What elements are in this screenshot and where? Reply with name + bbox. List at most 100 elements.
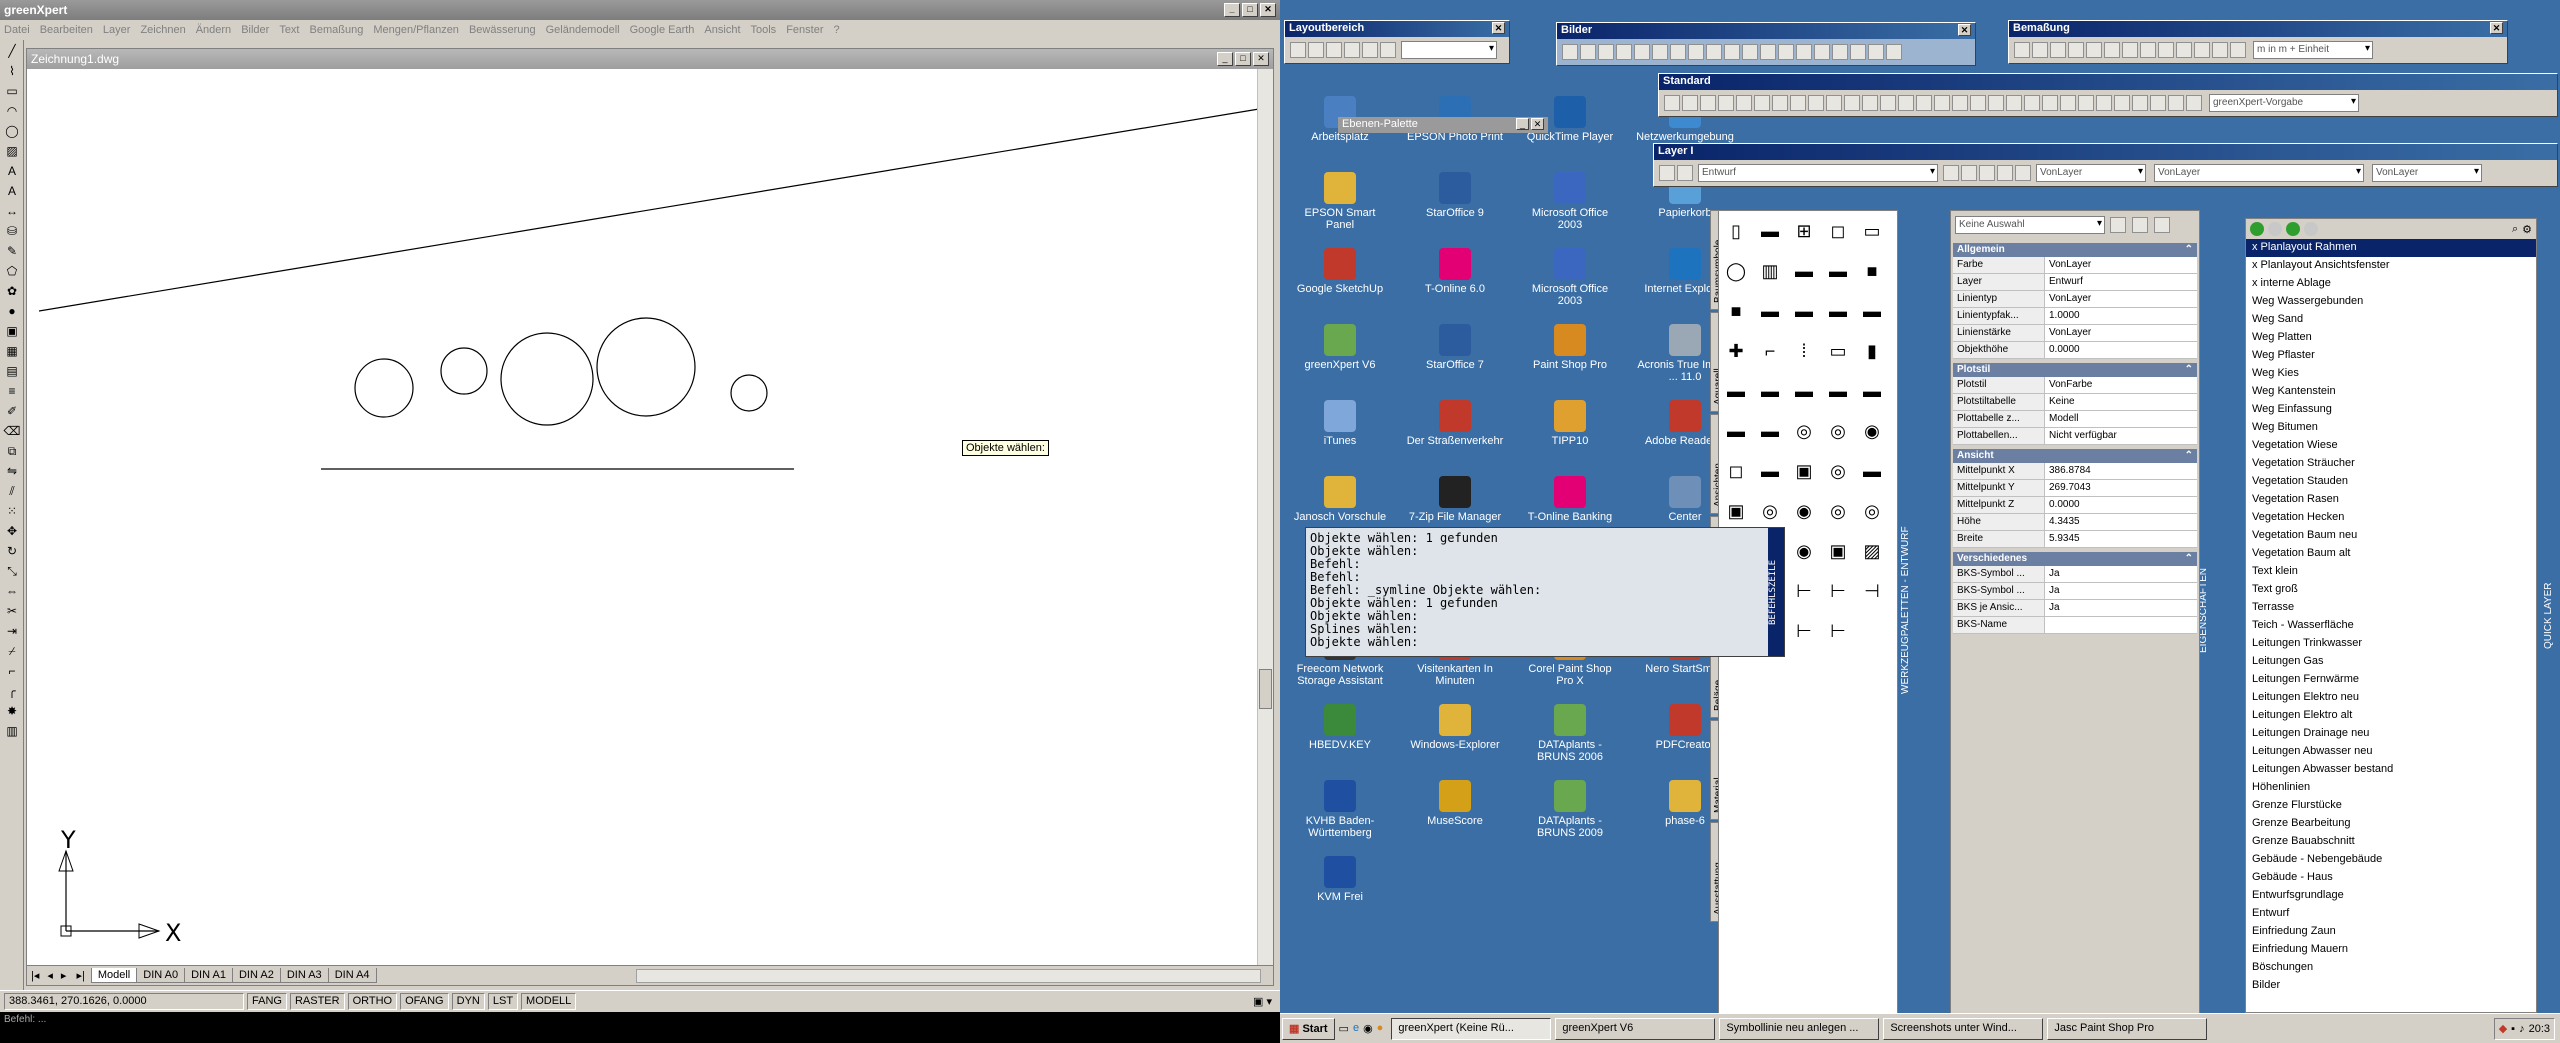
standard-tool-icon[interactable] [1718, 95, 1734, 111]
erase-tool-icon[interactable]: ⌫ [3, 422, 21, 440]
layer-item[interactable]: Weg Platten [2246, 329, 2536, 347]
standard-tool-icon[interactable] [2006, 95, 2022, 111]
status-toggle-raster[interactable]: RASTER [289, 993, 345, 1010]
scroll-thumb[interactable] [1259, 669, 1272, 709]
standard-tool-icon[interactable] [1790, 95, 1806, 111]
tray-volume-icon[interactable]: ♪ [2519, 1023, 2525, 1035]
symbol-icon[interactable]: ▬ [1724, 380, 1748, 402]
layer-item[interactable]: Leitungen Trinkwasser [2246, 635, 2536, 653]
desktop-icon[interactable]: StarOffice 9 [1405, 172, 1505, 219]
property-value[interactable]: Nicht verfügbar [2045, 428, 2197, 444]
symbol-icon[interactable]: ▬ [1826, 300, 1850, 322]
menu-item-15[interactable]: ? [833, 24, 839, 36]
property-value[interactable]: VonLayer [2045, 325, 2197, 341]
symbol-icon[interactable]: ▬ [1758, 300, 1782, 322]
desktop-icon[interactable]: MuseScore [1405, 780, 1505, 827]
layout-scale-combo[interactable] [1401, 41, 1497, 59]
desktop-icon[interactable]: 7-Zip File Manager [1405, 476, 1505, 523]
extend-tool-icon[interactable]: ⇥ [3, 622, 21, 640]
symbol-icon[interactable]: ◎ [1758, 500, 1782, 522]
menu-item-12[interactable]: Ansicht [704, 24, 740, 36]
taskbar-item[interactable]: greenXpert V6 [1555, 1017, 1716, 1040]
menu-item-0[interactable]: Datei [4, 24, 30, 36]
desktop-icon[interactable]: KVHB Baden-Württemberg [1290, 780, 1390, 839]
layout-tab-4[interactable]: DIN A3 [279, 968, 329, 983]
layer-item[interactable]: Text klein [2246, 563, 2536, 581]
property-value[interactable]: Modell [2045, 411, 2197, 427]
circle-3[interactable] [500, 332, 594, 426]
property-value[interactable]: Ja [2045, 600, 2197, 616]
image7-icon[interactable] [1670, 44, 1686, 60]
layer-item[interactable]: Leitungen Fernwärme [2246, 671, 2536, 689]
arc-tool-icon[interactable]: ◠ [3, 102, 21, 120]
collapse-icon[interactable]: ⌃ [2185, 450, 2193, 462]
collapse-icon[interactable]: ⌃ [2185, 553, 2193, 565]
polyline-tool-icon[interactable]: ⌇ [3, 62, 21, 80]
symbol-icon[interactable]: ▯ [1724, 220, 1748, 242]
symbol-icon[interactable]: ⊢ [1792, 580, 1816, 602]
standard-tool-icon[interactable] [1808, 95, 1824, 111]
lineweight-combo[interactable]: VonLayer [2372, 164, 2482, 182]
dim-angle-icon[interactable] [2104, 42, 2120, 58]
desktop-icon[interactable]: Paint Shop Pro [1520, 324, 1620, 371]
ebenen-palette-titlebar[interactable]: Ebenen-Palette _ ✕ [1338, 117, 1548, 133]
linetype-combo[interactable]: VonLayer [2154, 164, 2364, 182]
layer-item[interactable]: Text groß [2246, 581, 2536, 599]
edit-tool-icon[interactable]: ✐ [3, 402, 21, 420]
command-window[interactable]: Objekte wählen: 1 gefunden Objekte wähle… [1305, 527, 1785, 657]
doc-minimize-button[interactable]: _ [1217, 52, 1233, 66]
symbol-icon[interactable]: ▬ [1826, 380, 1850, 402]
desktop-icon[interactable]: StarOffice 7 [1405, 324, 1505, 371]
tray-network-icon[interactable]: ▪ [2511, 1023, 2515, 1035]
standard-tool-icon[interactable] [2096, 95, 2112, 111]
desktop-icon[interactable]: Janosch Vorschule [1290, 476, 1390, 523]
layer-item[interactable]: Höhenlinien [2246, 779, 2536, 797]
symbol-icon[interactable]: ▬ [1758, 420, 1782, 442]
standard-tool-icon[interactable] [1700, 95, 1716, 111]
symbol-icon[interactable]: ▬ [1758, 380, 1782, 402]
scale-tool-icon[interactable]: ⤡ [3, 562, 21, 580]
layer-off-icon[interactable] [2268, 222, 2282, 236]
symbol-icon[interactable]: ▬ [1758, 460, 1782, 482]
layer-search-icon[interactable]: ⌕ [2512, 223, 2518, 236]
standard-tool-icon[interactable] [1898, 95, 1914, 111]
property-row[interactable]: Plotstiltabelle Keine [1953, 394, 2197, 411]
quicklaunch-desktop-icon[interactable]: ▭ [1339, 1022, 1349, 1035]
layer-item[interactable]: Weg Kies [2246, 365, 2536, 383]
status-toggle-fang[interactable]: FANG [247, 993, 287, 1010]
property-row[interactable]: Layer Entwurf [1953, 274, 2197, 291]
stretch-tool-icon[interactable]: ⇔ [3, 582, 21, 600]
desktop-icon[interactable]: KVM Frei [1290, 856, 1390, 903]
viewport5-icon[interactable] [1362, 42, 1378, 58]
layout-tab-5[interactable]: DIN A4 [327, 968, 377, 983]
status-toggle-ortho[interactable]: ORTHO [347, 993, 398, 1010]
property-row[interactable]: Mittelpunkt X 386.8784 [1953, 463, 2197, 480]
tab-nav-last-icon[interactable]: ▸| [70, 969, 90, 982]
layer-item[interactable]: Böschungen [2246, 959, 2536, 977]
tree-tool-icon[interactable]: ● [3, 302, 21, 320]
table-tool-icon[interactable]: ▦ [3, 342, 21, 360]
explode-tool-icon[interactable]: ✸ [3, 702, 21, 720]
menu-item-2[interactable]: Layer [103, 24, 131, 36]
symbol-icon[interactable]: ⊞ [1792, 220, 1816, 242]
layer-item[interactable]: Weg Wassergebunden [2246, 293, 2536, 311]
property-row[interactable]: BKS-Name [1953, 617, 2197, 634]
symbol-icon[interactable]: ■ [1724, 300, 1748, 322]
image8-icon[interactable] [1688, 44, 1704, 60]
symbol-icon[interactable]: ▬ [1724, 420, 1748, 442]
desktop-icon[interactable]: iTunes [1290, 400, 1390, 447]
property-row[interactable]: Mittelpunkt Z 0.0000 [1953, 497, 2197, 514]
layout-tab-0[interactable]: Modell [90, 968, 138, 983]
standard-tool-icon[interactable] [1826, 95, 1842, 111]
property-row[interactable]: Farbe VonLayer [1953, 257, 2197, 274]
desktop-icon[interactable]: DATAplants - BRUNS 2006 [1520, 704, 1620, 763]
viewport2-icon[interactable] [1308, 42, 1324, 58]
desktop-icon[interactable]: HBEDV.KEY [1290, 704, 1390, 751]
wall-tool-icon[interactable]: ▤ [3, 362, 21, 380]
symbol-icon[interactable]: ▬ [1860, 300, 1884, 322]
layer-item[interactable]: Weg Kantenstein [2246, 383, 2536, 401]
dim-center-icon[interactable] [2212, 42, 2228, 58]
symbol-icon[interactable]: ▬ [1860, 460, 1884, 482]
offset-tool-icon[interactable]: ⫽ [3, 482, 21, 500]
property-value[interactable]: 5.9345 [2045, 531, 2197, 547]
